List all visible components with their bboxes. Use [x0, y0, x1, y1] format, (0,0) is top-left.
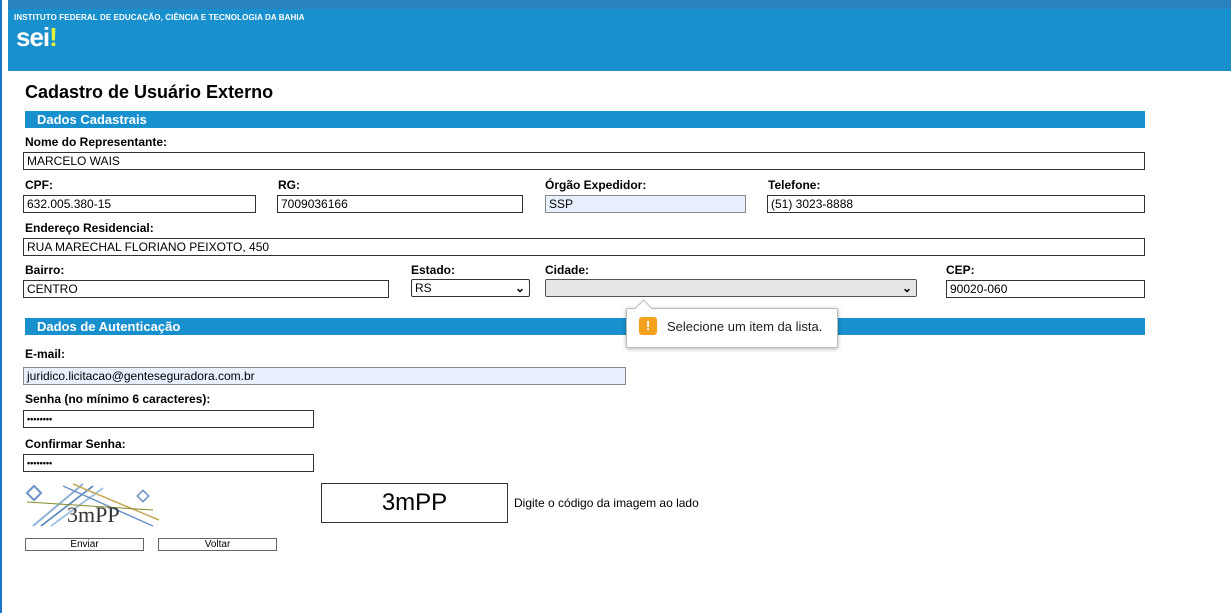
cep-label: CEP: — [946, 263, 975, 277]
bairro-input[interactable]: CENTRO — [23, 280, 389, 298]
captcha-hint: Digite o código da imagem ao lado — [514, 496, 699, 510]
logo-dot: ! — [49, 22, 58, 52]
estado-label: Estado: — [411, 263, 456, 277]
estado-select[interactable]: RS ⌄ — [411, 279, 530, 297]
email-input[interactable]: juridico.licitacao@genteseguradora.com.b… — [23, 367, 626, 385]
section-dados-cadastrais: Dados Cadastrais — [25, 111, 1145, 128]
captcha-image: 3mPP — [23, 482, 159, 528]
cidade-label: Cidade: — [545, 263, 590, 277]
cep-input[interactable]: 90020-060 — [946, 280, 1145, 298]
tooltip-text: Selecione um item da lista. — [667, 319, 823, 334]
confirmar-input[interactable]: •••••••• — [23, 454, 314, 472]
cpf-label: CPF: — [25, 178, 53, 192]
email-label: E-mail: — [25, 347, 66, 361]
endereco-label: Endereço Residencial: — [25, 221, 154, 235]
voltar-button[interactable]: Voltar — [158, 538, 277, 551]
rg-label: RG: — [278, 178, 300, 192]
orgao-input[interactable]: SSP — [545, 195, 746, 213]
top-strip — [8, 0, 1231, 9]
rg-input[interactable]: 7009036166 — [277, 195, 523, 213]
section-dados-autenticacao: Dados de Autenticação — [25, 318, 1145, 335]
chevron-down-icon: ⌄ — [901, 281, 912, 295]
nome-input[interactable]: MARCELO WAIS — [23, 152, 1145, 170]
telefone-label: Telefone: — [768, 178, 821, 192]
estado-selected: RS — [415, 281, 432, 295]
page-title: Cadastro de Usuário Externo — [25, 82, 274, 102]
telefone-input[interactable]: (51) 3023-8888 — [767, 195, 1145, 213]
captcha-image-text: 3mPP — [67, 502, 120, 527]
warning-icon: ! — [639, 317, 657, 335]
bairro-label: Bairro: — [25, 263, 65, 277]
logo-text: sei — [16, 22, 50, 52]
chevron-down-icon: ⌄ — [514, 281, 525, 295]
senha-input[interactable]: •••••••• — [23, 410, 314, 428]
enviar-button[interactable]: Enviar — [25, 538, 144, 551]
validation-tooltip: ! Selecione um item da lista. — [626, 299, 838, 348]
senha-label: Senha (no mínimo 6 caracteres): — [25, 392, 211, 406]
nome-label: Nome do Representante: — [25, 135, 168, 149]
institute-name: INSTITUTO FEDERAL DE EDUCAÇÃO, CIÊNCIA E… — [14, 13, 305, 22]
sei-logo: sei! — [16, 22, 58, 53]
endereco-input[interactable]: RUA MARECHAL FLORIANO PEIXOTO, 450 — [23, 238, 1145, 256]
orgao-label: Órgão Expedidor: — [545, 178, 647, 192]
cidade-select[interactable]: ⌄ — [545, 279, 917, 297]
captcha-code-box: 3mPP — [321, 483, 508, 523]
left-border — [0, 0, 8, 613]
tooltip-arrow — [634, 299, 653, 318]
confirmar-label: Confirmar Senha: — [25, 437, 126, 451]
cpf-input[interactable]: 632.005.380-15 — [23, 195, 256, 213]
